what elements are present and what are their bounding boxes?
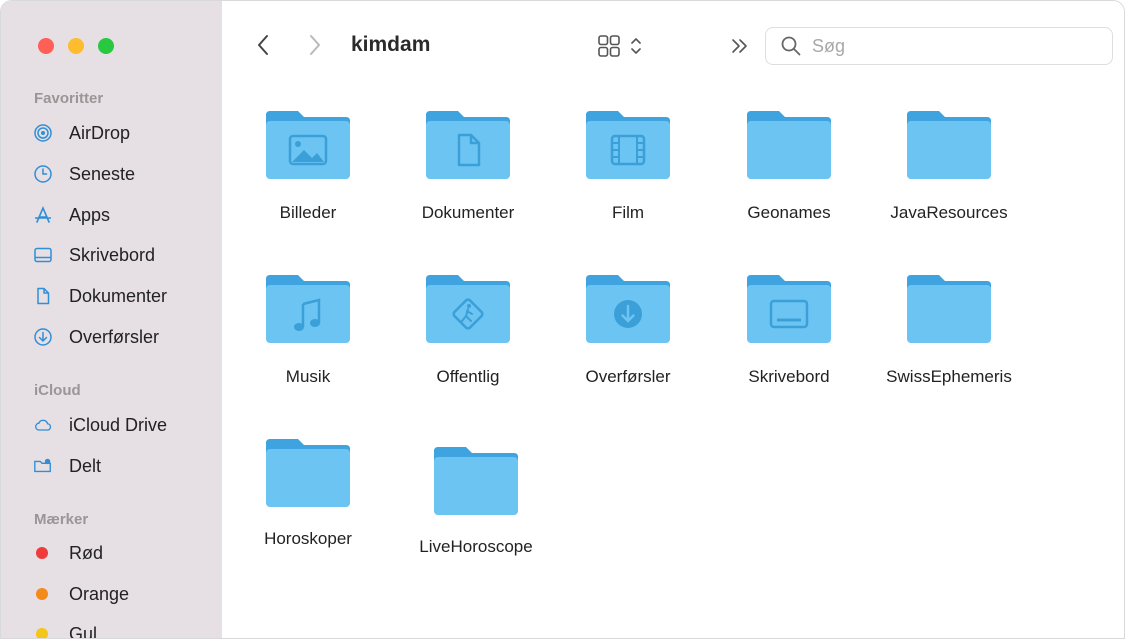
tag-dot-icon	[33, 542, 59, 564]
sidebar-item-label: Orange	[69, 583, 130, 604]
sidebar-item-label: AirDrop	[69, 122, 131, 143]
folder-icon	[264, 435, 352, 511]
more-toolbar-button[interactable]	[729, 35, 751, 57]
zoom-window-button[interactable]	[98, 38, 114, 54]
folder-item[interactable]: Skrivebord	[714, 271, 864, 387]
sidebar-section-tags: Mærker	[34, 511, 89, 528]
apps-icon	[33, 204, 59, 226]
folder-item[interactable]: Geonames	[714, 107, 864, 223]
close-window-button[interactable]	[38, 38, 54, 54]
back-button[interactable]	[251, 31, 275, 59]
documents-folder-icon	[424, 107, 512, 183]
sidebar-tag-orange[interactable]: Orange	[25, 579, 215, 609]
sidebar-item-desktop[interactable]: Skrivebord	[25, 240, 215, 270]
search-field[interactable]	[765, 27, 1113, 65]
chevron-left-icon	[258, 35, 268, 55]
folder-label: Dokumenter	[421, 203, 515, 222]
desktop-icon	[33, 244, 59, 266]
folder-label: Geonames	[747, 203, 831, 222]
search-icon	[781, 36, 801, 56]
folder-icon	[905, 107, 993, 183]
folder-item[interactable]: Film	[553, 107, 703, 223]
up-down-chevron-icon	[631, 38, 641, 54]
desktop-folder-icon	[745, 271, 833, 347]
folder-item[interactable]: JavaResources	[874, 107, 1024, 223]
film-folder-icon	[584, 107, 672, 183]
sidebar-item-recent[interactable]: Seneste	[25, 159, 215, 189]
folder-item[interactable]: Horoskoper	[233, 435, 383, 549]
sidebar-item-downloads[interactable]: Overførsler	[25, 322, 215, 352]
folder-label: LiveHoroscope	[419, 537, 533, 556]
sidebar-tag-yellow[interactable]: Gul	[25, 619, 215, 639]
sidebar-tag-red[interactable]: Rød	[25, 538, 215, 568]
folder-item[interactable]: SwissEphemeris	[874, 271, 1024, 387]
view-mode-button[interactable]	[597, 33, 649, 59]
sidebar-item-label: Skrivebord	[69, 244, 156, 265]
folder-item[interactable]: Overførsler	[553, 271, 703, 387]
sidebar-section-favorites: Favoritter	[34, 90, 104, 107]
folder-icon	[745, 107, 833, 183]
folder-icon	[432, 443, 520, 519]
downloads-folder-icon	[584, 271, 672, 347]
double-chevron-right-icon	[732, 39, 747, 53]
sidebar-item-label: Delt	[69, 455, 102, 476]
folder-item[interactable]: Dokumenter	[393, 107, 543, 223]
sidebar-item-shared[interactable]: Delt	[25, 451, 215, 481]
clock-icon	[33, 163, 59, 185]
download-icon	[33, 326, 59, 348]
sidebar-item-label: iCloud Drive	[69, 414, 168, 435]
folder-label: SwissEphemeris	[886, 367, 1012, 386]
folder-item[interactable]: Offentlig	[393, 271, 543, 387]
tag-dot-icon	[33, 583, 59, 605]
sidebar: Favoritter AirDrop Seneste Apps Skrivebo…	[1, 1, 222, 639]
search-input[interactable]	[810, 34, 1094, 58]
file-grid: Billeder Dokumenter Film Geonames JavaRe	[222, 85, 1124, 638]
folder-item[interactable]: Billeder	[233, 107, 383, 223]
folder-label: Overførsler	[585, 367, 671, 386]
folder-icon	[905, 271, 993, 347]
folder-item[interactable]: Musik	[233, 271, 383, 387]
folder-label: Film	[611, 203, 645, 222]
sidebar-item-apps[interactable]: Apps	[25, 200, 215, 230]
forward-button[interactable]	[303, 31, 327, 59]
folder-item[interactable]: LiveHoroscope	[401, 443, 551, 557]
folder-label: Skrivebord	[748, 367, 830, 386]
airdrop-icon	[33, 122, 59, 144]
sidebar-item-label: Seneste	[69, 163, 136, 184]
folder-label: JavaResources	[890, 203, 1008, 222]
sidebar-item-label: Rød	[69, 542, 104, 563]
photos-folder-icon	[264, 107, 352, 183]
tag-dot-icon	[33, 623, 59, 638]
sidebar-item-label: Overførsler	[69, 326, 159, 347]
folder-label: Horoskoper	[264, 529, 352, 548]
minimize-window-button[interactable]	[68, 38, 84, 54]
grid-view-icon	[598, 35, 620, 57]
sidebar-section-icloud: iCloud	[34, 382, 81, 399]
sidebar-item-label: Gul	[69, 623, 98, 639]
folder-label: Billeder	[279, 203, 337, 222]
document-icon	[33, 285, 59, 307]
public-folder-icon	[424, 271, 512, 347]
sidebar-item-label: Apps	[69, 204, 111, 225]
folder-label: Musik	[285, 367, 331, 386]
music-folder-icon	[264, 271, 352, 347]
shared-folder-icon	[33, 455, 59, 477]
sidebar-item-label: Dokumenter	[69, 285, 168, 306]
window-title: kimdam	[351, 33, 431, 56]
sidebar-item-icloud-drive[interactable]: iCloud Drive	[25, 410, 215, 440]
sidebar-item-documents[interactable]: Dokumenter	[25, 281, 215, 311]
cloud-icon	[33, 414, 59, 436]
sidebar-item-airdrop[interactable]: AirDrop	[25, 118, 215, 148]
chevron-right-icon	[310, 35, 320, 55]
finder-window: Favoritter AirDrop Seneste Apps Skrivebo…	[0, 0, 1125, 639]
folder-label: Offentlig	[436, 367, 500, 386]
